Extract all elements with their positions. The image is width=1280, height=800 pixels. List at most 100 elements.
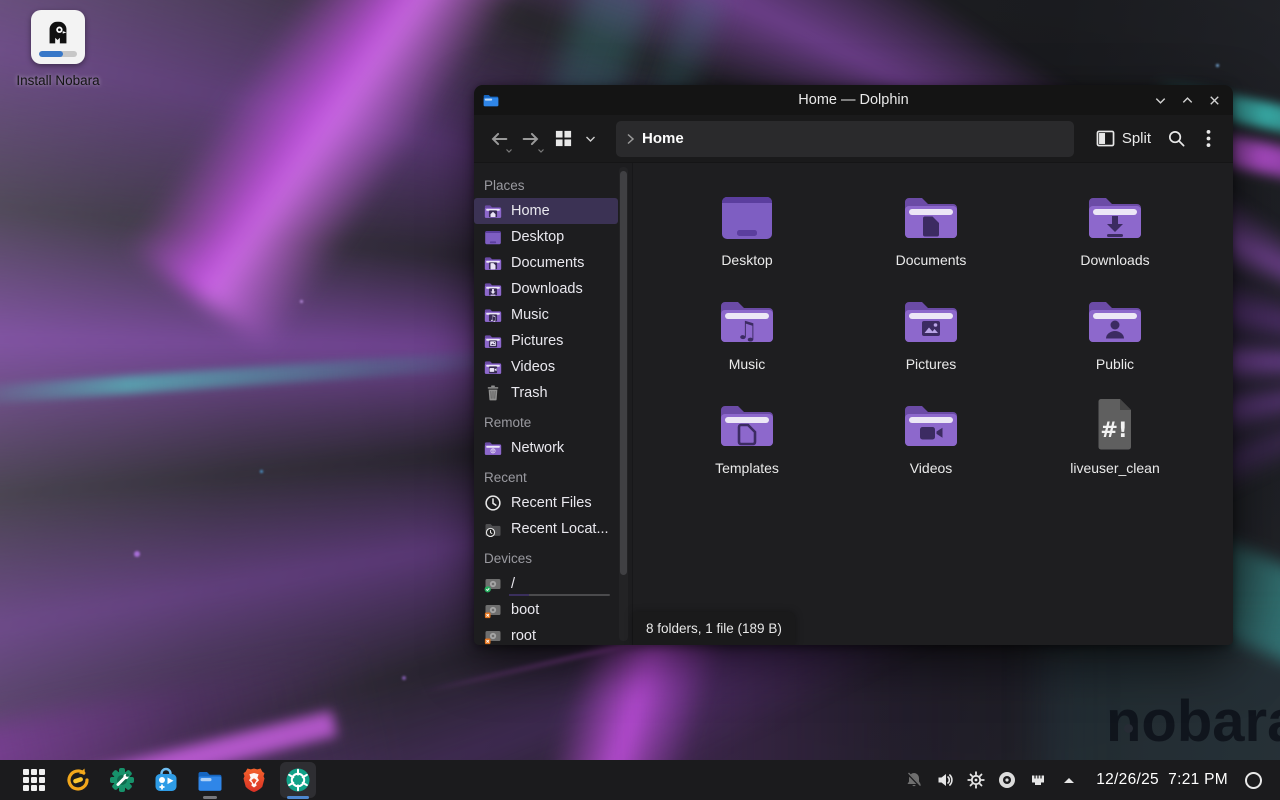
clock-icon — [483, 493, 503, 513]
close-button[interactable] — [1205, 91, 1223, 109]
file-item-templates[interactable]: Templates — [655, 392, 839, 496]
folder-video-icon — [483, 357, 503, 377]
clock[interactable]: 12/26/25 7:21 PM — [1096, 771, 1228, 789]
folder-down-icon — [1083, 184, 1147, 248]
sidebar-item-pictures[interactable]: Pictures — [474, 328, 614, 354]
breadcrumb[interactable]: Home — [642, 130, 684, 147]
screenshot-tool-icon — [284, 766, 312, 794]
sidebar-item-desktop[interactable]: Desktop — [474, 224, 614, 250]
svg-text:#!: #! — [1100, 418, 1127, 442]
titlebar[interactable]: Home — Dolphin — [474, 85, 1233, 115]
display-settings-icon[interactable] — [964, 768, 988, 792]
file-item-documents[interactable]: Documents — [839, 184, 1023, 288]
drive-x-icon — [483, 600, 503, 620]
sidebar-item-boot[interactable]: boot — [474, 597, 614, 623]
file-label: Public — [1096, 356, 1134, 372]
folder-clock-icon — [483, 519, 503, 539]
forward-arrow-icon — [520, 128, 542, 150]
file-label: Documents — [896, 252, 967, 268]
sidebar-item-recent-locat-[interactable]: Recent Locat... — [474, 516, 614, 542]
task-indicator-active — [287, 796, 309, 799]
folder-home-icon — [483, 201, 503, 221]
chevron-down-icon — [585, 135, 596, 143]
sidebar-item-videos[interactable]: Videos — [474, 354, 614, 380]
network-wired-icon[interactable] — [1026, 768, 1050, 792]
sidebar-item-root[interactable]: root — [474, 623, 614, 645]
close-icon — [1207, 93, 1222, 108]
volume-icon[interactable] — [933, 768, 957, 792]
sidebar-item-label: Videos — [511, 359, 555, 375]
notifications-muted-icon[interactable] — [902, 768, 926, 792]
sidebar-section-recent: Recent — [474, 461, 632, 490]
minimize-button[interactable] — [1151, 91, 1169, 109]
sidebar-item-downloads[interactable]: Downloads — [474, 276, 614, 302]
svg-text:♫: ♫ — [490, 314, 497, 323]
sidebar-item-network[interactable]: Network — [474, 435, 614, 461]
taskbar-driver-manager[interactable] — [100, 760, 144, 800]
sidebar-item-home[interactable]: Home — [474, 198, 618, 224]
folder-music-icon: ♫ — [715, 288, 779, 352]
nobara-logo-icon — [43, 18, 73, 48]
taskbar-system-update[interactable] — [56, 760, 100, 800]
file-item-desktop[interactable]: Desktop — [655, 184, 839, 288]
file-item-public[interactable]: Public — [1023, 288, 1207, 392]
taskbar-brave-browser[interactable] — [232, 760, 276, 800]
folder-doc-icon — [899, 184, 963, 248]
split-button[interactable]: Split — [1088, 123, 1159, 155]
menu-button[interactable] — [1193, 124, 1223, 154]
install-nobara-icon — [31, 10, 85, 64]
sidebar-item--[interactable]: / — [474, 571, 614, 597]
back-button[interactable] — [484, 124, 514, 154]
sidebar-item-documents[interactable]: Documents — [474, 250, 614, 276]
sidebar-item-music[interactable]: ♫Music — [474, 302, 614, 328]
sidebar-scrollbar-thumb[interactable] — [620, 171, 627, 575]
expand-tray-icon[interactable] — [1057, 768, 1081, 792]
taskbar: 12/26/25 7:21 PM — [0, 760, 1280, 800]
folder-view[interactable]: Desktop Documents Downloads ♫ Music Pictu… — [632, 163, 1233, 645]
taskbar-dolphin[interactable] — [188, 760, 232, 800]
back-arrow-icon — [488, 128, 510, 150]
sidebar-item-trash[interactable]: Trash — [474, 380, 614, 406]
file-item-liveuser-clean[interactable]: #!liveuser_clean — [1023, 392, 1207, 496]
file-label: Videos — [910, 460, 953, 476]
task-indicator-open — [203, 796, 217, 799]
file-item-downloads[interactable]: Downloads — [1023, 184, 1207, 288]
install-nobara-desktop-icon[interactable]: Install Nobara — [6, 10, 110, 88]
forward-button[interactable] — [516, 124, 546, 154]
file-item-videos[interactable]: Videos — [839, 392, 1023, 496]
folder-template-icon — [715, 392, 779, 456]
folder-image-icon — [899, 288, 963, 352]
maximize-icon — [1180, 93, 1195, 108]
discover-store-icon — [152, 766, 180, 794]
breadcrumb-chevron-icon — [626, 133, 635, 145]
view-mode-dropdown[interactable] — [580, 124, 600, 154]
sidebar-item-label: / — [511, 576, 515, 592]
split-label: Split — [1122, 130, 1151, 147]
kebab-menu-icon — [1206, 129, 1211, 148]
minimize-icon — [1153, 93, 1168, 108]
optical-disc-icon[interactable] — [995, 768, 1019, 792]
file-label: Pictures — [906, 356, 957, 372]
maximize-button[interactable] — [1178, 91, 1196, 109]
search-button[interactable] — [1161, 124, 1191, 154]
file-item-music[interactable]: ♫ Music — [655, 288, 839, 392]
drive-x-icon — [483, 626, 503, 645]
status-bar: 8 folders, 1 file (189 B) — [633, 612, 795, 645]
sidebar-section-devices: Devices — [474, 542, 632, 571]
location-bar[interactable]: Home — [616, 121, 1074, 157]
nobara-watermark: nobara — [1106, 688, 1280, 755]
circle-status-icon[interactable] — [1245, 772, 1262, 789]
sidebar-item-label: Downloads — [511, 281, 583, 297]
file-label: Music — [729, 356, 766, 372]
install-progress-bar — [39, 51, 77, 57]
window-title: Home — Dolphin — [474, 92, 1233, 108]
sidebar-item-recent-files[interactable]: Recent Files — [474, 490, 614, 516]
dolphin-icon — [196, 766, 224, 794]
back-history-chevron-icon — [505, 148, 513, 154]
taskbar-screenshot-tool[interactable] — [276, 760, 320, 800]
file-item-pictures[interactable]: Pictures — [839, 288, 1023, 392]
taskbar-discover-store[interactable] — [144, 760, 188, 800]
taskbar-app-launcher[interactable] — [12, 760, 56, 800]
sidebar-item-label: Recent Files — [511, 495, 592, 511]
view-mode-button[interactable] — [548, 124, 578, 154]
